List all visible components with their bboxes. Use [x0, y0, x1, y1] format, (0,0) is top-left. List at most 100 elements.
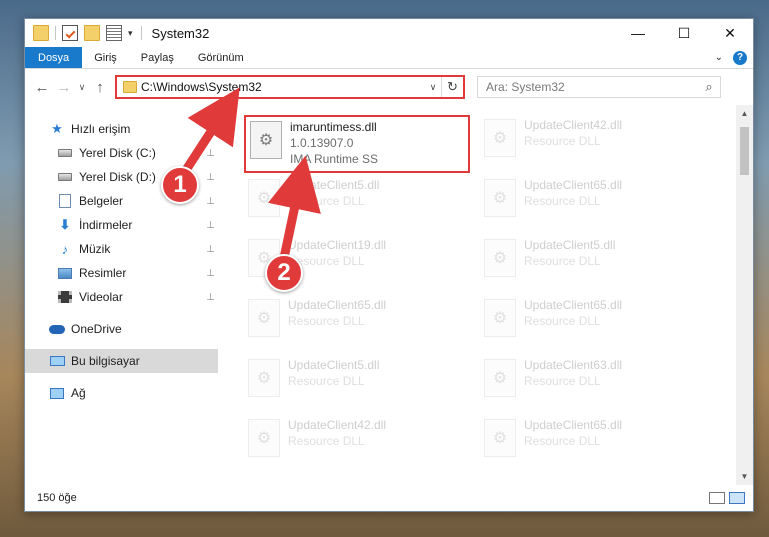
- sidebar-item-label: Müzik: [79, 242, 111, 256]
- pin-icon[interactable]: ⊥: [206, 196, 215, 207]
- sidebar-item-label: İndirmeler: [79, 218, 133, 232]
- dll-file-icon: ⚙: [484, 119, 516, 157]
- downloads-icon: ⬇: [59, 217, 71, 232]
- content-area: ★ Hızlı erişim Yerel Disk (C:) ⊥ Yerel D…: [25, 105, 753, 485]
- step-marker-1: 1: [161, 166, 199, 204]
- this-pc-icon: [49, 354, 65, 368]
- address-dropdown-icon[interactable]: ∨: [425, 82, 441, 93]
- scroll-down-icon[interactable]: ▼: [736, 472, 753, 481]
- pin-icon[interactable]: ⊥: [206, 172, 215, 183]
- recent-locations-button[interactable]: ∨: [75, 82, 89, 93]
- file-item[interactable]: ⚙ UpdateClient65.dll Resource DLL: [480, 295, 706, 353]
- properties-icon[interactable]: [62, 25, 78, 41]
- view-toggle: [709, 492, 753, 504]
- documents-icon: [57, 194, 73, 208]
- file-item-imaruntimess[interactable]: ⚙ imaruntimess.dll 1.0.13907.0 IMA Runti…: [244, 115, 470, 173]
- videos-icon: [57, 290, 73, 304]
- help-icon[interactable]: ?: [733, 50, 747, 65]
- file-name: UpdateClient42.dll: [288, 418, 387, 432]
- scrollbar-thumb[interactable]: [740, 127, 749, 175]
- item-count: 150 öğe: [37, 492, 77, 504]
- tab-paylas[interactable]: Paylaş: [129, 47, 186, 68]
- step-marker-2: 2: [265, 254, 303, 292]
- status-bar: 150 öğe: [25, 485, 753, 511]
- tab-gorunum[interactable]: Görünüm: [186, 47, 256, 68]
- sidebar-item-label: Ağ: [71, 386, 86, 400]
- file-name: UpdateClient65.dll: [524, 418, 623, 432]
- search-icon[interactable]: ⌕: [698, 79, 720, 95]
- file-name: UpdateClient65.dll: [524, 178, 623, 192]
- sidebar-item-label: OneDrive: [71, 322, 122, 336]
- file-item[interactable]: ⚙ UpdateClient65.dll Resource DLL: [480, 175, 706, 233]
- file-explorer-window: ▾ System32 — ☐ ✕ Dosya Giriş Paylaş Görü…: [24, 18, 754, 512]
- file-item[interactable]: ⚙ UpdateClient5.dll Resource DLL: [244, 355, 470, 413]
- tab-dosya[interactable]: Dosya: [25, 47, 83, 68]
- search-input[interactable]: [486, 80, 698, 94]
- view-options-icon[interactable]: [106, 25, 122, 41]
- file-item[interactable]: ⚙ UpdateClient42.dll Resource DLL: [244, 415, 470, 473]
- dll-file-icon: ⚙: [484, 299, 516, 337]
- sidebar-item-onedrive[interactable]: OneDrive: [25, 317, 218, 341]
- sidebar-item-this-pc[interactable]: Bu bilgisayar: [25, 349, 218, 373]
- scroll-up-icon[interactable]: ▲: [736, 109, 753, 118]
- vertical-scrollbar[interactable]: ▲ ▼: [736, 105, 753, 485]
- file-item[interactable]: ⚙ UpdateClient63.dll Resource DLL: [480, 355, 706, 413]
- file-name: UpdateClient65.dll: [524, 298, 623, 312]
- drive-icon: [57, 146, 73, 160]
- file-item[interactable]: ⚙ UpdateClient5.dll Resource DLL: [480, 235, 706, 293]
- refresh-button[interactable]: ↻: [441, 77, 463, 97]
- dll-file-icon: ⚙: [484, 239, 516, 277]
- details-view-icon[interactable]: [709, 492, 725, 504]
- file-description: Resource DLL: [524, 374, 601, 388]
- customize-toolbar-icon[interactable]: ▾: [128, 28, 133, 39]
- file-item[interactable]: ⚙ UpdateClient65.dll Resource DLL: [244, 295, 470, 353]
- sidebar-item-music[interactable]: ♪ Müzik ⊥: [25, 237, 218, 261]
- file-item[interactable]: ⚙ UpdateClient5.dll Resource DLL: [244, 175, 470, 233]
- sidebar-item-label: Videolar: [79, 290, 123, 304]
- close-button[interactable]: ✕: [707, 19, 753, 47]
- ribbon-actions: ⌄ ?: [715, 47, 753, 68]
- file-description: Resource DLL: [288, 314, 365, 328]
- file-description: Resource DLL: [288, 194, 365, 208]
- file-description: Resource DLL: [524, 314, 601, 328]
- file-description: Resource DLL: [524, 194, 601, 208]
- folder-icon: [33, 25, 49, 41]
- file-name: UpdateClient65.dll: [288, 298, 387, 312]
- sidebar-item-network[interactable]: Ağ: [25, 381, 218, 405]
- sidebar-item-quick-access[interactable]: ★ Hızlı erişim: [25, 117, 218, 141]
- tab-giris[interactable]: Giriş: [82, 47, 129, 68]
- file-description: Resource DLL: [288, 434, 365, 448]
- address-bar[interactable]: C:\Windows\System32 ∨ ↻: [115, 75, 465, 99]
- dll-file-icon: ⚙: [248, 359, 280, 397]
- title-divider: [140, 26, 142, 40]
- address-path[interactable]: C:\Windows\System32: [141, 80, 425, 94]
- file-name: UpdateClient63.dll: [524, 358, 623, 372]
- file-item[interactable]: ⚙ UpdateClient65.dll Resource DLL: [480, 415, 706, 473]
- pin-icon[interactable]: ⊥: [206, 220, 215, 231]
- file-name: UpdateClient5.dll: [288, 358, 380, 372]
- sidebar-item-videos[interactable]: Videolar ⊥: [25, 285, 218, 309]
- sidebar-item-downloads[interactable]: ⬇ İndirmeler ⊥: [25, 213, 218, 237]
- back-button[interactable]: ←: [31, 79, 53, 96]
- pin-icon[interactable]: ⊥: [206, 244, 215, 255]
- large-icons-view-icon[interactable]: [729, 492, 745, 504]
- new-folder-icon[interactable]: [84, 25, 100, 41]
- file-item[interactable]: ⚙ UpdateClient42.dll Resource DLL: [480, 115, 706, 173]
- minimize-button[interactable]: —: [615, 19, 661, 47]
- navigation-bar: ← → ∨ ↑ C:\Windows\System32 ∨ ↻ ⌕: [25, 69, 753, 105]
- maximize-button[interactable]: ☐: [661, 19, 707, 47]
- expand-ribbon-icon[interactable]: ⌄: [715, 52, 723, 63]
- pin-icon[interactable]: ⊥: [206, 268, 215, 279]
- quick-access-toolbar: ▾: [25, 25, 133, 41]
- pin-icon[interactable]: ⊥: [206, 292, 215, 303]
- dll-file-icon: ⚙: [248, 179, 280, 217]
- forward-button[interactable]: →: [53, 79, 75, 96]
- network-icon: [49, 386, 65, 400]
- pin-icon[interactable]: ⊥: [206, 148, 215, 159]
- search-box[interactable]: ⌕: [477, 76, 721, 98]
- sidebar-item-local-disk-c[interactable]: Yerel Disk (C:) ⊥: [25, 141, 218, 165]
- up-button[interactable]: ↑: [89, 79, 111, 96]
- sidebar-item-pictures[interactable]: Resimler ⊥: [25, 261, 218, 285]
- window-controls: — ☐ ✕: [615, 19, 753, 47]
- sidebar-item-label: Resimler: [79, 266, 127, 280]
